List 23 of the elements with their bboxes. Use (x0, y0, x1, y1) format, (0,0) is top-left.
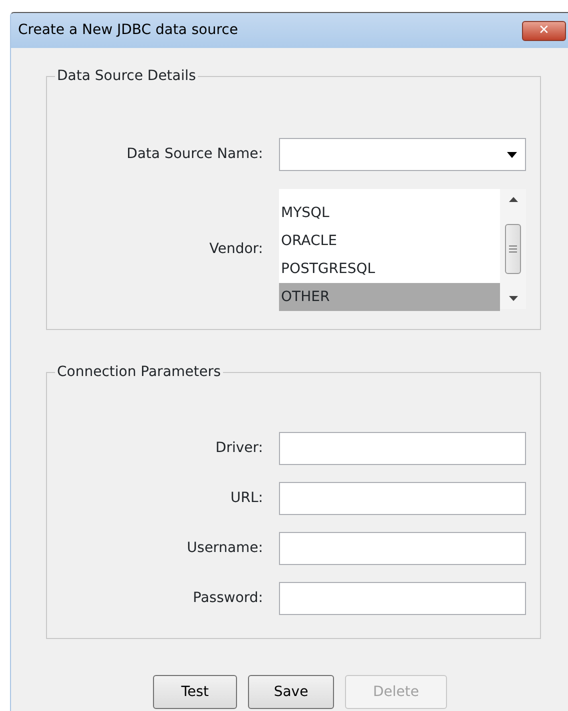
scroll-bar[interactable] (500, 189, 526, 309)
dialog-button[interactable]: Test (153, 675, 237, 709)
input-field[interactable] (279, 482, 526, 515)
list-item[interactable]: ORACLE (279, 227, 500, 255)
scroll-up-icon[interactable] (508, 197, 518, 202)
scroll-down-icon[interactable] (508, 296, 518, 301)
list-item[interactable]: OTHER (279, 283, 500, 311)
scroll-thumb[interactable] (505, 224, 521, 274)
data-source-name-dropdown[interactable] (279, 138, 526, 171)
input-field[interactable] (279, 532, 526, 565)
window-title: Create a New JDBC data source (18, 21, 238, 40)
field-label: Username: (186, 539, 264, 558)
input-field[interactable] (279, 432, 526, 465)
field-label: Data Source Name: (126, 145, 264, 164)
list-item[interactable]: POSTGRESQL (279, 255, 500, 283)
dropdown-arrow-icon (507, 152, 517, 158)
input-field[interactable] (279, 582, 526, 615)
field-label: Password: (192, 589, 264, 608)
field-label: Vendor: (208, 240, 264, 258)
list-item[interactable]: MYSQL (279, 199, 500, 227)
field-label: Driver: (214, 439, 264, 458)
dialog-button[interactable]: Save (248, 675, 334, 709)
field-label: URL: (230, 489, 264, 508)
